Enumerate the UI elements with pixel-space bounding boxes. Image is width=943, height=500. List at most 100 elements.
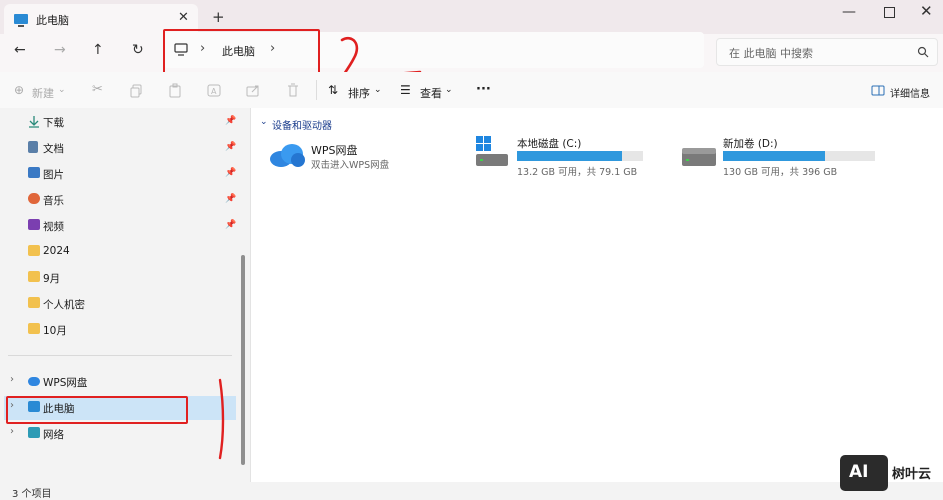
video-icon xyxy=(28,219,40,230)
watermark-badge: AI xyxy=(849,462,869,482)
sidebar-item-label: 个人机密 xyxy=(43,299,85,311)
back-button[interactable]: ← xyxy=(14,42,26,58)
view-button[interactable]: 查看 xyxy=(420,85,442,101)
music-icon xyxy=(28,193,40,204)
group-header[interactable]: 设备和驱动器 xyxy=(272,117,332,132)
watermark-text: 树叶云 xyxy=(892,467,932,482)
sidebar-item-documents[interactable]: 文档 📌 xyxy=(0,136,236,160)
search-icon[interactable] xyxy=(917,46,929,58)
sidebar-item-pictures[interactable]: 图片 📌 xyxy=(0,162,236,186)
sidebar-item-label: 9月 xyxy=(43,273,61,285)
sort-icon: ⇅ xyxy=(328,83,339,97)
pin-icon: 📌 xyxy=(225,168,237,178)
sort-button[interactable]: 排序 xyxy=(348,85,370,101)
sidebar-item-label: WPS网盘 xyxy=(43,377,88,389)
chevron-down-icon[interactable]: ⌄ xyxy=(260,117,268,127)
sidebar-item-folder-2024[interactable]: 2024 xyxy=(0,240,236,264)
chevron-right-icon[interactable]: › xyxy=(10,374,14,385)
folder-icon xyxy=(28,323,40,334)
chevron-down-icon: ⌄ xyxy=(374,85,382,95)
pin-icon: 📌 xyxy=(225,220,237,230)
paste-icon[interactable] xyxy=(169,83,182,98)
folder-icon xyxy=(28,271,40,282)
highlight-box-address xyxy=(163,29,320,76)
pin-icon: 📌 xyxy=(225,142,237,152)
sidebar-item-label: 网络 xyxy=(43,429,64,441)
sidebar-item-label: 音乐 xyxy=(43,195,64,207)
pin-icon: 📌 xyxy=(225,116,237,126)
refresh-button[interactable]: ↻ xyxy=(132,42,144,58)
search-box[interactable]: 在 此电脑 中搜索 xyxy=(716,38,938,66)
annotation-stroke xyxy=(218,378,225,460)
sidebar-item-folder-october[interactable]: 10月 xyxy=(0,318,236,342)
sidebar-item-videos[interactable]: 视频 📌 xyxy=(0,214,236,238)
copy-icon[interactable] xyxy=(130,84,143,98)
folder-icon xyxy=(28,297,40,308)
sidebar-item-label: 图片 xyxy=(43,169,64,181)
more-options-button[interactable]: ··· xyxy=(476,82,491,97)
chevron-down-icon: ⌄ xyxy=(445,85,453,95)
sidebar-item-folder-september[interactable]: 9月 xyxy=(0,266,236,290)
maximize-button[interactable] xyxy=(884,7,895,18)
wps-cloud-item[interactable]: WPS网盘 双击进入WPS网盘 xyxy=(266,138,426,174)
share-icon[interactable] xyxy=(246,83,261,98)
sidebar-divider xyxy=(8,355,232,356)
search-placeholder: 在 此电脑 中搜索 xyxy=(729,47,813,60)
sidebar-item-network[interactable]: › 网络 xyxy=(0,422,236,446)
drive-info: 130 GB 可用，共 396 GB xyxy=(723,167,838,178)
sidebar-item-label: 下载 xyxy=(43,117,64,129)
sidebar-item-music[interactable]: 音乐 📌 xyxy=(0,188,236,212)
drive-icon xyxy=(682,148,716,166)
download-icon xyxy=(29,116,39,128)
sidebar-item-wps-cloud[interactable]: › WPS网盘 xyxy=(0,370,236,394)
drive-usage-fill xyxy=(723,151,826,161)
document-icon xyxy=(28,141,38,153)
up-button[interactable]: ↑ xyxy=(92,42,104,58)
network-icon xyxy=(28,427,40,438)
windows-drive-icon xyxy=(476,136,508,166)
drive-usage-fill xyxy=(517,151,622,161)
watermark-logo: AI xyxy=(840,455,888,491)
drive-info: 13.2 GB 可用，共 79.1 GB xyxy=(517,167,638,178)
sidebar-item-downloads[interactable]: 下载 📌 xyxy=(0,110,236,134)
drive-usage-bar xyxy=(517,151,643,161)
drive-c[interactable]: 本地磁盘 (C:) 13.2 GB 可用，共 79.1 GB xyxy=(474,134,674,178)
cloud-icon xyxy=(28,377,40,386)
sidebar-item-label: 视频 xyxy=(43,221,64,233)
item-count: 3 个项目 xyxy=(12,489,52,500)
drive-d[interactable]: 新加卷 (D:) 130 GB 可用，共 396 GB xyxy=(680,134,890,178)
cloud-icon xyxy=(270,144,305,167)
sidebar-item-folder-private[interactable]: 个人机密 xyxy=(0,292,236,316)
chevron-down-icon: ⌄ xyxy=(58,85,66,95)
drive-name: 新加卷 (D:) xyxy=(723,138,778,150)
delete-icon[interactable] xyxy=(286,83,300,98)
minimize-button[interactable]: — xyxy=(842,4,856,20)
close-tab-icon[interactable]: ✕ xyxy=(178,10,189,25)
rename-icon[interactable]: A xyxy=(207,83,222,98)
wps-subtitle: 双击进入WPS网盘 xyxy=(311,160,390,171)
close-window-button[interactable]: ✕ xyxy=(920,2,933,20)
folder-icon xyxy=(28,245,40,256)
sidebar-item-label: 2024 xyxy=(43,245,70,257)
sidebar-item-label: 文档 xyxy=(43,143,64,155)
highlight-box-this-pc xyxy=(6,396,188,424)
view-icon: ☰ xyxy=(400,83,411,97)
cut-icon[interactable]: ✂ xyxy=(92,82,103,97)
tab-title: 此电脑 xyxy=(36,14,69,27)
drive-name: 本地磁盘 (C:) xyxy=(517,138,582,150)
sidebar-item-label: 10月 xyxy=(43,325,67,337)
pin-icon: 📌 xyxy=(225,194,237,204)
chevron-right-icon[interactable]: › xyxy=(10,426,14,437)
status-bar: 3 个项目 xyxy=(0,482,943,500)
new-tab-button[interactable]: + xyxy=(212,8,225,26)
pictures-icon xyxy=(28,167,40,178)
toolbar-divider xyxy=(316,80,317,100)
new-button[interactable]: 新建 xyxy=(32,85,54,101)
sidebar-scrollbar[interactable] xyxy=(241,255,245,465)
new-icon: ⊕ xyxy=(14,83,25,97)
forward-button[interactable]: → xyxy=(54,42,66,58)
details-button[interactable]: 详细信息 xyxy=(890,85,930,100)
svg-text:A: A xyxy=(211,87,217,96)
details-pane-icon xyxy=(871,85,885,96)
drive-usage-bar xyxy=(723,151,875,161)
